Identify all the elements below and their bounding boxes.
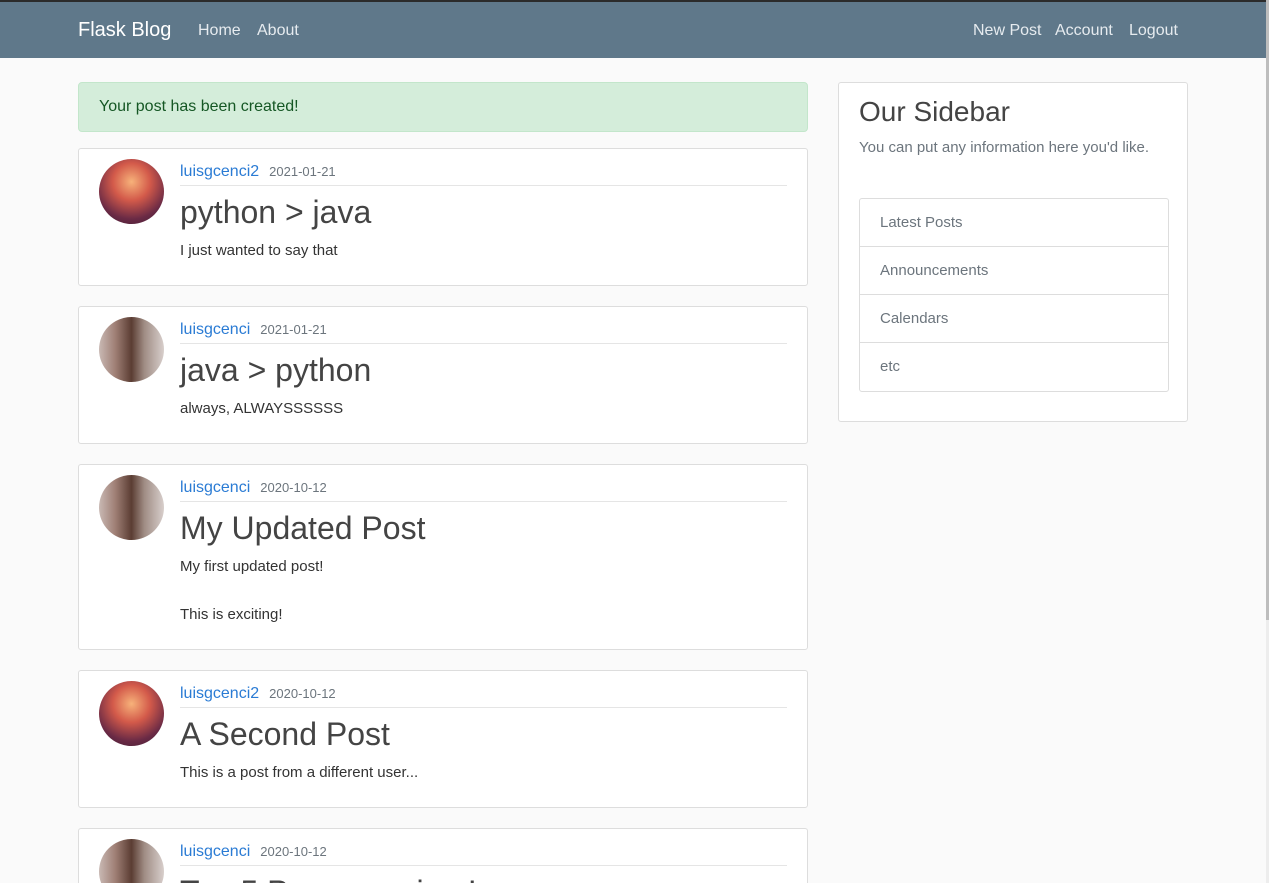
- sidebar-item-calendars[interactable]: Calendars: [860, 295, 1168, 343]
- post-content: I just wanted to say that: [180, 242, 338, 259]
- sidebar-description: You can put any information here you'd l…: [859, 139, 1149, 156]
- post-card: luisgcenci 2020-10-12 My Updated Post My …: [78, 464, 808, 650]
- post-meta: luisgcenci 2020-10-12: [180, 479, 787, 502]
- sidebar-list: Latest Posts Announcements Calendars etc: [859, 198, 1169, 392]
- post-content: This is a post from a different user...: [180, 764, 419, 781]
- author-avatar: [99, 317, 164, 382]
- post-title-link[interactable]: My Updated Post: [180, 510, 425, 547]
- sidebar-item-etc[interactable]: etc: [860, 343, 1168, 391]
- post-date: 2021-01-21: [269, 164, 336, 179]
- post-title-link[interactable]: java > python: [180, 352, 371, 389]
- post-date: 2021-01-21: [260, 322, 327, 337]
- post-card: luisgcenci2 2020-10-12 A Second Post This…: [78, 670, 808, 808]
- post-meta: luisgcenci2 2020-10-12: [180, 685, 787, 708]
- post-title-link[interactable]: python > java: [180, 194, 371, 231]
- post-content: always, ALWAYSSSSSS: [180, 400, 344, 417]
- brand-link[interactable]: Flask Blog: [78, 19, 171, 42]
- author-avatar: [99, 839, 164, 883]
- nav-new-post-link[interactable]: New Post: [973, 22, 1041, 40]
- success-alert: Your post has been created!: [78, 82, 808, 132]
- post-card: luisgcenci 2021-01-21 java > python alway…: [78, 306, 808, 444]
- nav-logout-link[interactable]: Logout: [1129, 22, 1178, 40]
- post-author-link[interactable]: luisgcenci: [180, 479, 250, 496]
- post-date: 2020-10-12: [269, 686, 336, 701]
- post-author-link[interactable]: luisgcenci: [180, 843, 250, 860]
- post-author-link[interactable]: luisgcenci2: [180, 685, 259, 702]
- author-avatar: [99, 475, 164, 540]
- post-content: My first updated post! This is exciting!: [180, 558, 324, 623]
- post-card: luisgcenci2 2021-01-21 python > java I ju…: [78, 148, 808, 286]
- nav-home-link[interactable]: Home: [198, 22, 241, 40]
- sidebar: Our Sidebar You can put any information …: [838, 82, 1188, 422]
- post-meta: luisgcenci 2021-01-21: [180, 321, 787, 344]
- post-date: 2020-10-12: [260, 844, 327, 859]
- nav-about-link[interactable]: About: [257, 22, 299, 40]
- author-avatar: [99, 681, 164, 746]
- post-title-link[interactable]: A Second Post: [180, 716, 390, 753]
- post-meta: luisgcenci 2020-10-12: [180, 843, 787, 866]
- post-author-link[interactable]: luisgcenci2: [180, 163, 259, 180]
- sidebar-item-latest-posts[interactable]: Latest Posts: [860, 199, 1168, 247]
- post-meta: luisgcenci2 2021-01-21: [180, 163, 787, 186]
- sidebar-item-announcements[interactable]: Announcements: [860, 247, 1168, 295]
- author-avatar: [99, 159, 164, 224]
- post-card: luisgcenci 2020-10-12 Top 5 Programming L…: [78, 828, 808, 883]
- nav-account-link[interactable]: Account: [1055, 22, 1113, 40]
- post-date: 2020-10-12: [260, 480, 327, 495]
- post-author-link[interactable]: luisgcenci: [180, 321, 250, 338]
- sidebar-title: Our Sidebar: [859, 96, 1010, 127]
- post-title-link[interactable]: Top 5 Programming Languages: [180, 874, 627, 883]
- top-navbar: Flask Blog Home About New Post Account L…: [0, 0, 1266, 58]
